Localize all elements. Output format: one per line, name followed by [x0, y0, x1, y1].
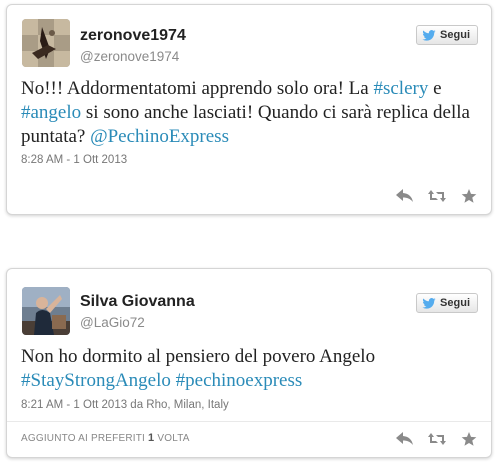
- text-segment: e: [428, 78, 442, 99]
- follow-label: Segui: [440, 29, 470, 41]
- text-segment: si sono anche lasciati! Quando ci sarà r…: [21, 102, 470, 147]
- tweet-card: zeronove1974 @zeronove1974 Segui No!!! A…: [6, 4, 492, 215]
- retweet-icon: [428, 433, 446, 445]
- reply-icon: [396, 189, 413, 202]
- reply-button[interactable]: [395, 430, 415, 448]
- user-handle[interactable]: @zeronove1974: [80, 49, 179, 64]
- hashtag-link[interactable]: #sclery: [373, 78, 428, 99]
- user-handle[interactable]: @LaGio72: [80, 315, 145, 330]
- timestamp[interactable]: 8:21 AM - 1 Ott 2013 da Rho, Milan, Ital…: [21, 399, 229, 411]
- reply-icon: [396, 432, 413, 445]
- hashtag-link[interactable]: #pechinoexpress: [176, 370, 303, 391]
- follow-button[interactable]: Segui: [416, 293, 478, 313]
- retweet-icon: [428, 190, 446, 202]
- avatar[interactable]: [22, 287, 70, 335]
- twitter-bird-icon: [422, 29, 436, 41]
- hashtag-link[interactable]: #StayStrongAngelo: [21, 370, 171, 391]
- favorites-prefix: AGGIUNTO AI PREFERITI: [21, 433, 146, 444]
- favorites-number: 1: [148, 432, 155, 444]
- tweet-actions: [395, 430, 479, 448]
- text-segment: No!!! Addormentatomi apprendo solo ora! …: [21, 78, 374, 99]
- mention-link[interactable]: @PechinoExpress: [90, 126, 229, 147]
- tweet-card: Silva Giovanna @LaGio72 Segui Non ho dor…: [6, 268, 492, 458]
- follow-button[interactable]: Segui: [416, 25, 478, 45]
- hashtag-link[interactable]: #angelo: [21, 102, 81, 123]
- follow-label: Segui: [440, 297, 470, 309]
- retweet-button[interactable]: [427, 187, 447, 205]
- text-segment: Non ho dormito al pensiero del povero An…: [21, 346, 376, 367]
- display-name[interactable]: zeronove1974: [80, 27, 186, 45]
- twitter-bird-icon: [422, 297, 436, 309]
- favorites-count[interactable]: AGGIUNTO AI PREFERITI 1 VOLTA: [21, 432, 190, 444]
- retweet-button[interactable]: [427, 430, 447, 448]
- timestamp[interactable]: 8:28 AM - 1 Ott 2013: [21, 154, 127, 166]
- display-name[interactable]: Silva Giovanna: [80, 293, 195, 311]
- divider: [7, 421, 491, 422]
- favorite-button[interactable]: [459, 430, 479, 448]
- favorite-star-icon: [461, 432, 477, 446]
- avatar[interactable]: [22, 19, 70, 67]
- reply-button[interactable]: [395, 187, 415, 205]
- favorite-star-icon: [461, 189, 477, 203]
- tweet-text: Non ho dormito al pensiero del povero An…: [21, 345, 479, 393]
- tweet-text: No!!! Addormentatomi apprendo solo ora! …: [21, 77, 479, 149]
- tweet-actions: [395, 187, 479, 205]
- favorite-button[interactable]: [459, 187, 479, 205]
- favorites-suffix: VOLTA: [157, 433, 190, 444]
